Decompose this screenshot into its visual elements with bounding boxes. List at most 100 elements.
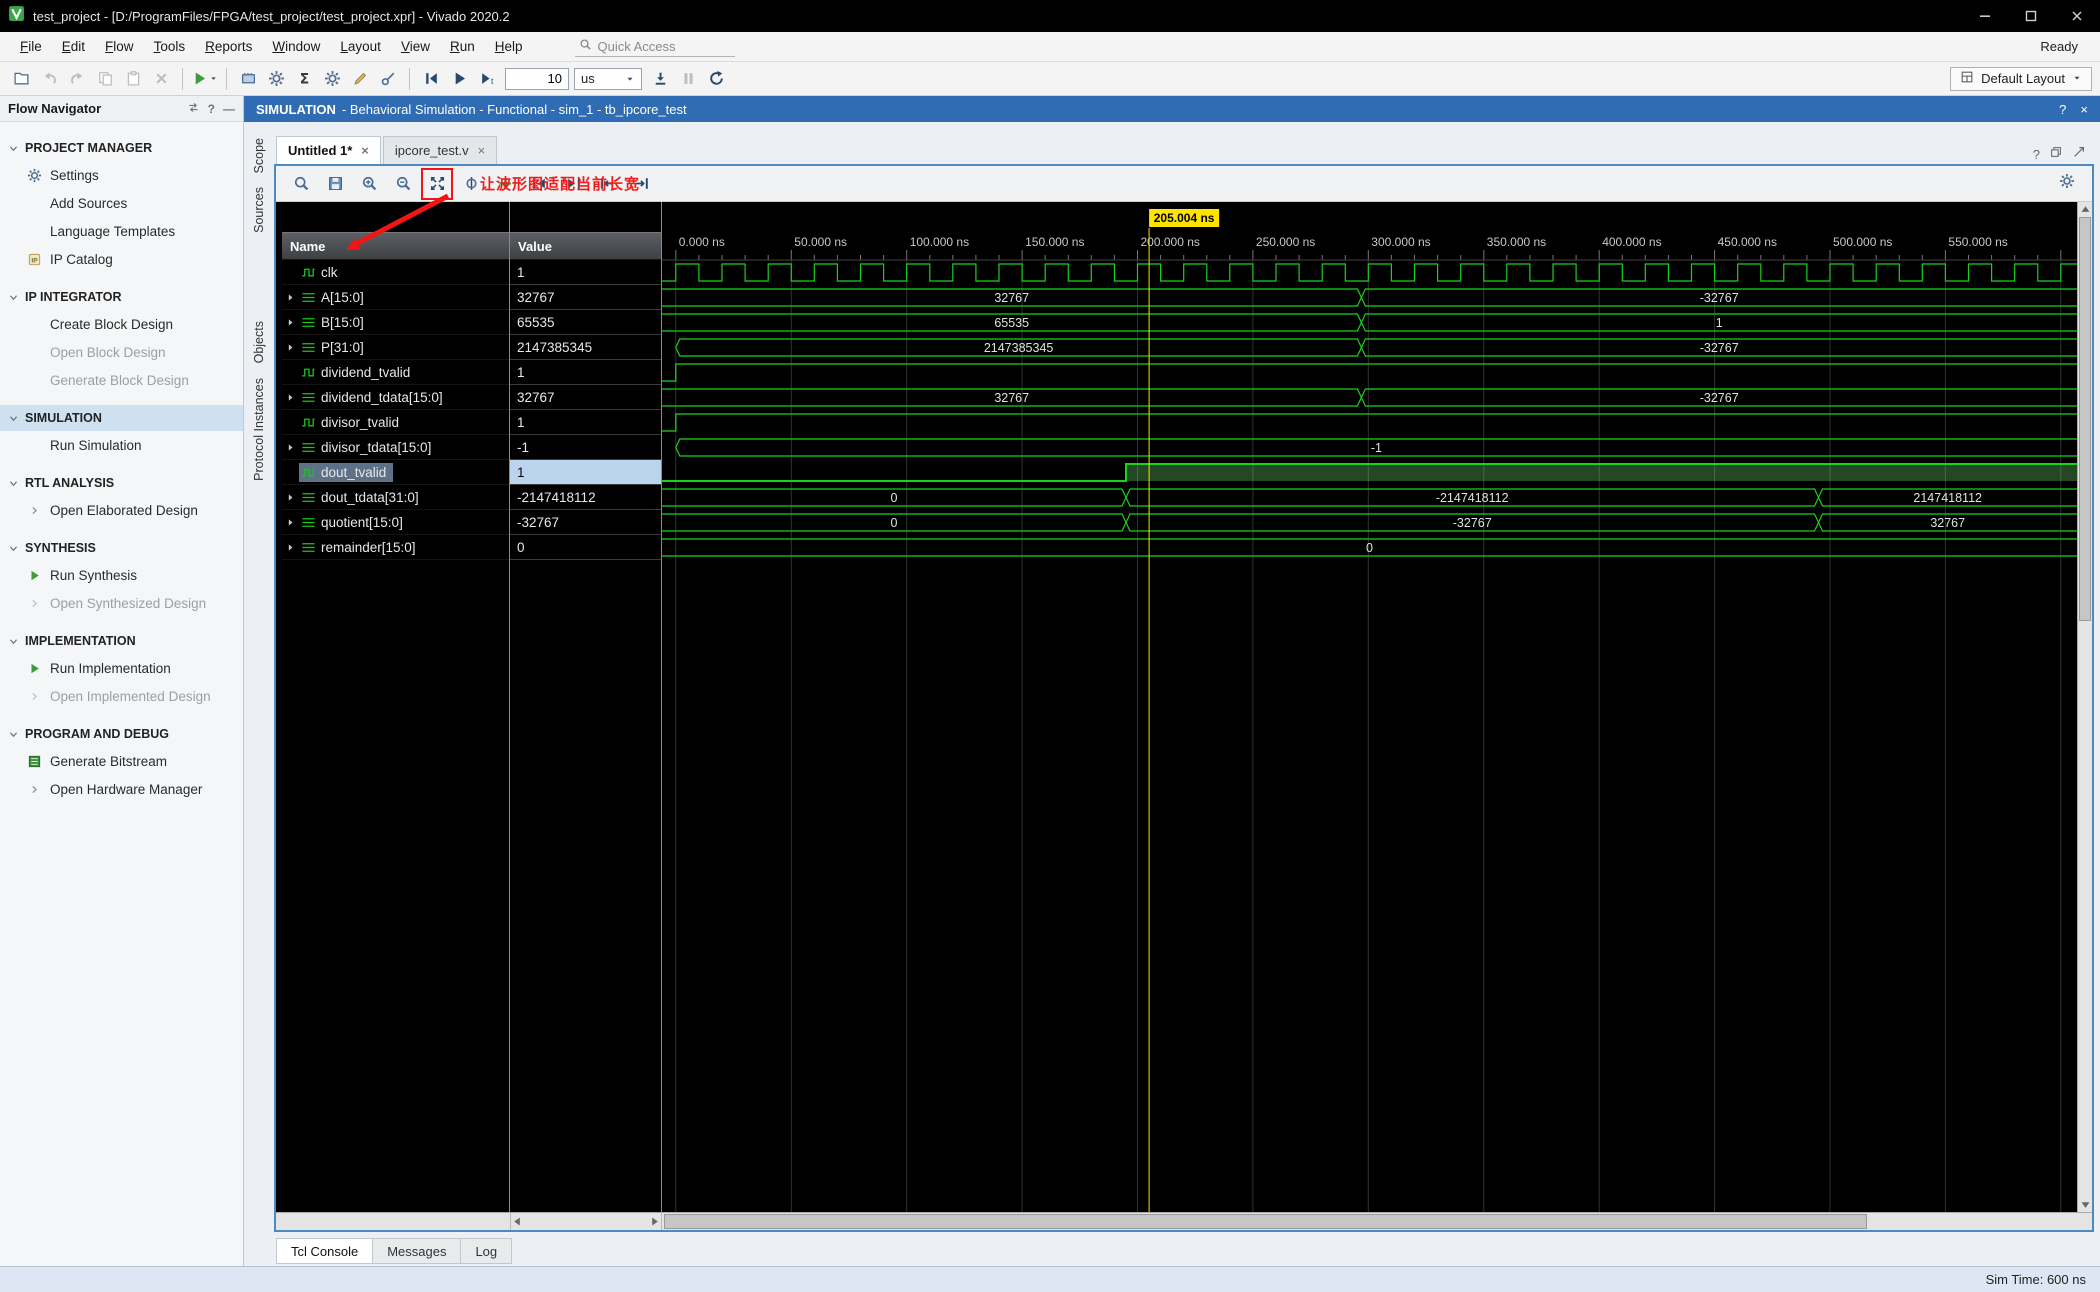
flow-item-open-synthesized-design[interactable]: Open Synthesized Design	[0, 589, 243, 617]
value-column-header[interactable]: Value	[510, 232, 661, 260]
maximize-icon[interactable]	[2008, 0, 2054, 32]
signal-value-p-31-0[interactable]: 2147385345	[510, 335, 661, 360]
wave-plot-area[interactable]: 0.000 ns 50.000 ns 100.000 ns 150.000 ns 200…	[662, 202, 2077, 1212]
layout-selector[interactable]: Default Layout	[1950, 66, 2092, 91]
report-button[interactable]: Σ	[291, 66, 317, 92]
vertical-scrollbar-thumb[interactable]	[2079, 217, 2091, 621]
scroll-up-icon[interactable]	[2078, 202, 2092, 216]
side-tab-objects[interactable]: Objects	[252, 321, 266, 363]
add-marker-button[interactable]	[492, 171, 518, 197]
signal-value-divisor-tdata-15-0[interactable]: -1	[510, 435, 661, 460]
quick-access-search[interactable]: Quick Access	[574, 36, 735, 57]
run-all-button[interactable]	[446, 66, 472, 92]
settings-button[interactable]	[263, 66, 289, 92]
zoom-fit-button[interactable]	[421, 167, 453, 200]
menu-flow[interactable]: Flow	[95, 39, 144, 54]
flow-section-rtl-analysis[interactable]: RTL ANALYSIS	[0, 470, 243, 496]
signal-row-b-15-0[interactable]: B[15:0]	[282, 310, 509, 335]
editor-tab-ipcore-test-v[interactable]: ipcore_test.v ×	[382, 136, 498, 164]
collapse-icon[interactable]: —	[223, 102, 235, 116]
maximize-panel-icon[interactable]	[2072, 145, 2086, 164]
menu-tools[interactable]: Tools	[144, 39, 196, 54]
next-transition-button[interactable]	[560, 171, 586, 197]
swap-icon[interactable]	[187, 101, 200, 117]
signal-row-dout-tdata-31-0[interactable]: dout_tdata[31:0]	[282, 485, 509, 510]
step-button[interactable]	[647, 66, 673, 92]
debug-button[interactable]	[319, 66, 345, 92]
relaunch-simulation-button[interactable]	[703, 66, 729, 92]
side-tab-sources[interactable]: Sources	[252, 187, 266, 233]
menu-help[interactable]: Help	[485, 39, 533, 54]
restart-simulation-button[interactable]	[418, 66, 444, 92]
console-tab-tcl-console[interactable]: Tcl Console	[276, 1238, 374, 1264]
side-tab-scope[interactable]: Scope	[252, 138, 266, 173]
run-button[interactable]	[191, 66, 218, 92]
scroll-down-icon[interactable]	[2078, 1198, 2092, 1212]
signal-value-dout-tvalid[interactable]: 1	[510, 460, 661, 485]
context-close-icon[interactable]: ×	[2080, 102, 2088, 117]
flow-item-open-elaborated-design[interactable]: Open Elaborated Design	[0, 496, 243, 524]
flow-item-run-implementation[interactable]: Run Implementation	[0, 654, 243, 682]
flow-item-open-block-design[interactable]: Open Block Design	[0, 338, 243, 366]
wave-settings-button[interactable]	[2054, 171, 2080, 197]
signal-row-clk[interactable]: clk	[282, 260, 509, 285]
horizontal-scrollbar-thumb[interactable]	[664, 1214, 1867, 1229]
run-for-time-button[interactable]: t	[474, 66, 500, 92]
minimize-icon[interactable]	[1962, 0, 2008, 32]
flow-section-simulation[interactable]: SIMULATION	[0, 405, 243, 431]
editor-tab-untitled-1[interactable]: Untitled 1* ×	[276, 136, 381, 164]
tab-help-icon[interactable]: ?	[2033, 147, 2040, 162]
zoom-to-cursor-button[interactable]	[458, 171, 484, 197]
previous-transition-button[interactable]	[526, 171, 552, 197]
flow-item-ip-catalog[interactable]: IP IP Catalog	[0, 245, 243, 273]
flow-item-generate-bitstream[interactable]: Generate Bitstream	[0, 747, 243, 775]
signal-value-quotient-15-0[interactable]: -32767	[510, 510, 661, 535]
float-window-icon[interactable]	[2049, 145, 2063, 164]
delete-button[interactable]	[148, 66, 174, 92]
menu-view[interactable]: View	[391, 39, 440, 54]
signal-row-dout-tvalid[interactable]: dout_tvalid	[282, 460, 509, 485]
signal-value-a-15-0[interactable]: 32767	[510, 285, 661, 310]
signal-row-divisor-tdata-15-0[interactable]: divisor_tdata[15:0]	[282, 435, 509, 460]
redo-button[interactable]	[64, 66, 90, 92]
console-tab-log[interactable]: Log	[460, 1238, 513, 1264]
signal-value-dout-tdata-31-0[interactable]: -2147418112	[510, 485, 661, 510]
open-board-button[interactable]	[235, 66, 261, 92]
signal-row-dividend-tvalid[interactable]: dividend_tvalid	[282, 360, 509, 385]
signal-row-dividend-tdata-15-0[interactable]: dividend_tdata[15:0]	[282, 385, 509, 410]
signal-value-b-15-0[interactable]: 65535	[510, 310, 661, 335]
menu-reports[interactable]: Reports	[195, 39, 262, 54]
signal-value-clk[interactable]: 1	[510, 260, 661, 285]
side-tab-protocol-instances[interactable]: Protocol Instances	[252, 378, 266, 481]
wave-horizontal-scrollbar[interactable]	[276, 1212, 2092, 1230]
paste-button[interactable]	[120, 66, 146, 92]
menu-layout[interactable]: Layout	[330, 39, 391, 54]
flow-section-implementation[interactable]: IMPLEMENTATION	[0, 628, 243, 654]
close-tab-icon[interactable]: ×	[361, 143, 369, 158]
undo-button[interactable]	[36, 66, 62, 92]
scroll-right-icon[interactable]	[651, 1213, 659, 1231]
signal-row-remainder-15-0[interactable]: remainder[15:0]	[282, 535, 509, 560]
scroll-left-icon[interactable]	[513, 1213, 521, 1231]
help-icon[interactable]: ?	[208, 102, 215, 116]
zoom-in-button[interactable]	[356, 171, 382, 197]
value-column-scrollbar[interactable]	[510, 1213, 662, 1230]
signal-row-divisor-tvalid[interactable]: divisor_tvalid	[282, 410, 509, 435]
menu-file[interactable]: File	[10, 39, 52, 54]
flow-item-create-block-design[interactable]: Create Block Design	[0, 310, 243, 338]
time-unit-select[interactable]: us	[574, 67, 642, 90]
context-help-icon[interactable]: ?	[2059, 102, 2066, 117]
menu-window[interactable]: Window	[262, 39, 330, 54]
flow-item-open-implemented-design[interactable]: Open Implemented Design	[0, 682, 243, 710]
save-wave-config-button[interactable]	[322, 171, 348, 197]
flow-section-project-manager[interactable]: PROJECT MANAGER	[0, 135, 243, 161]
signal-value-dividend-tdata-15-0[interactable]: 32767	[510, 385, 661, 410]
flow-section-program-and-debug[interactable]: PROGRAM AND DEBUG	[0, 721, 243, 747]
break-button[interactable]	[675, 66, 701, 92]
probe-button[interactable]	[375, 66, 401, 92]
console-tab-messages[interactable]: Messages	[372, 1238, 462, 1264]
signal-row-a-15-0[interactable]: A[15:0]	[282, 285, 509, 310]
flow-item-add-sources[interactable]: Add Sources	[0, 189, 243, 217]
wave-vertical-scrollbar[interactable]	[2077, 202, 2092, 1212]
signal-value-dividend-tvalid[interactable]: 1	[510, 360, 661, 385]
